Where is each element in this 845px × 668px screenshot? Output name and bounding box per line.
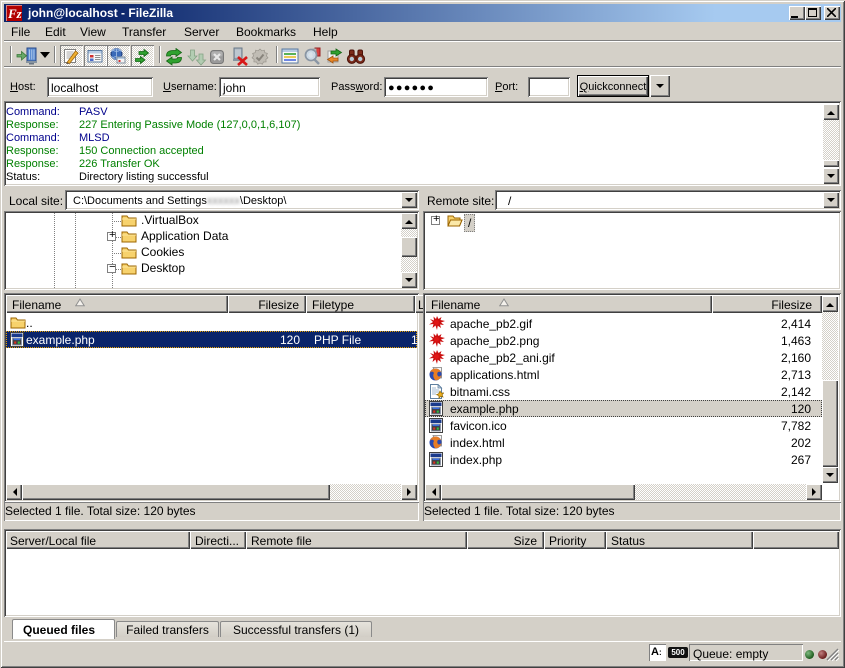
svg-text:Fz: Fz xyxy=(7,6,22,21)
